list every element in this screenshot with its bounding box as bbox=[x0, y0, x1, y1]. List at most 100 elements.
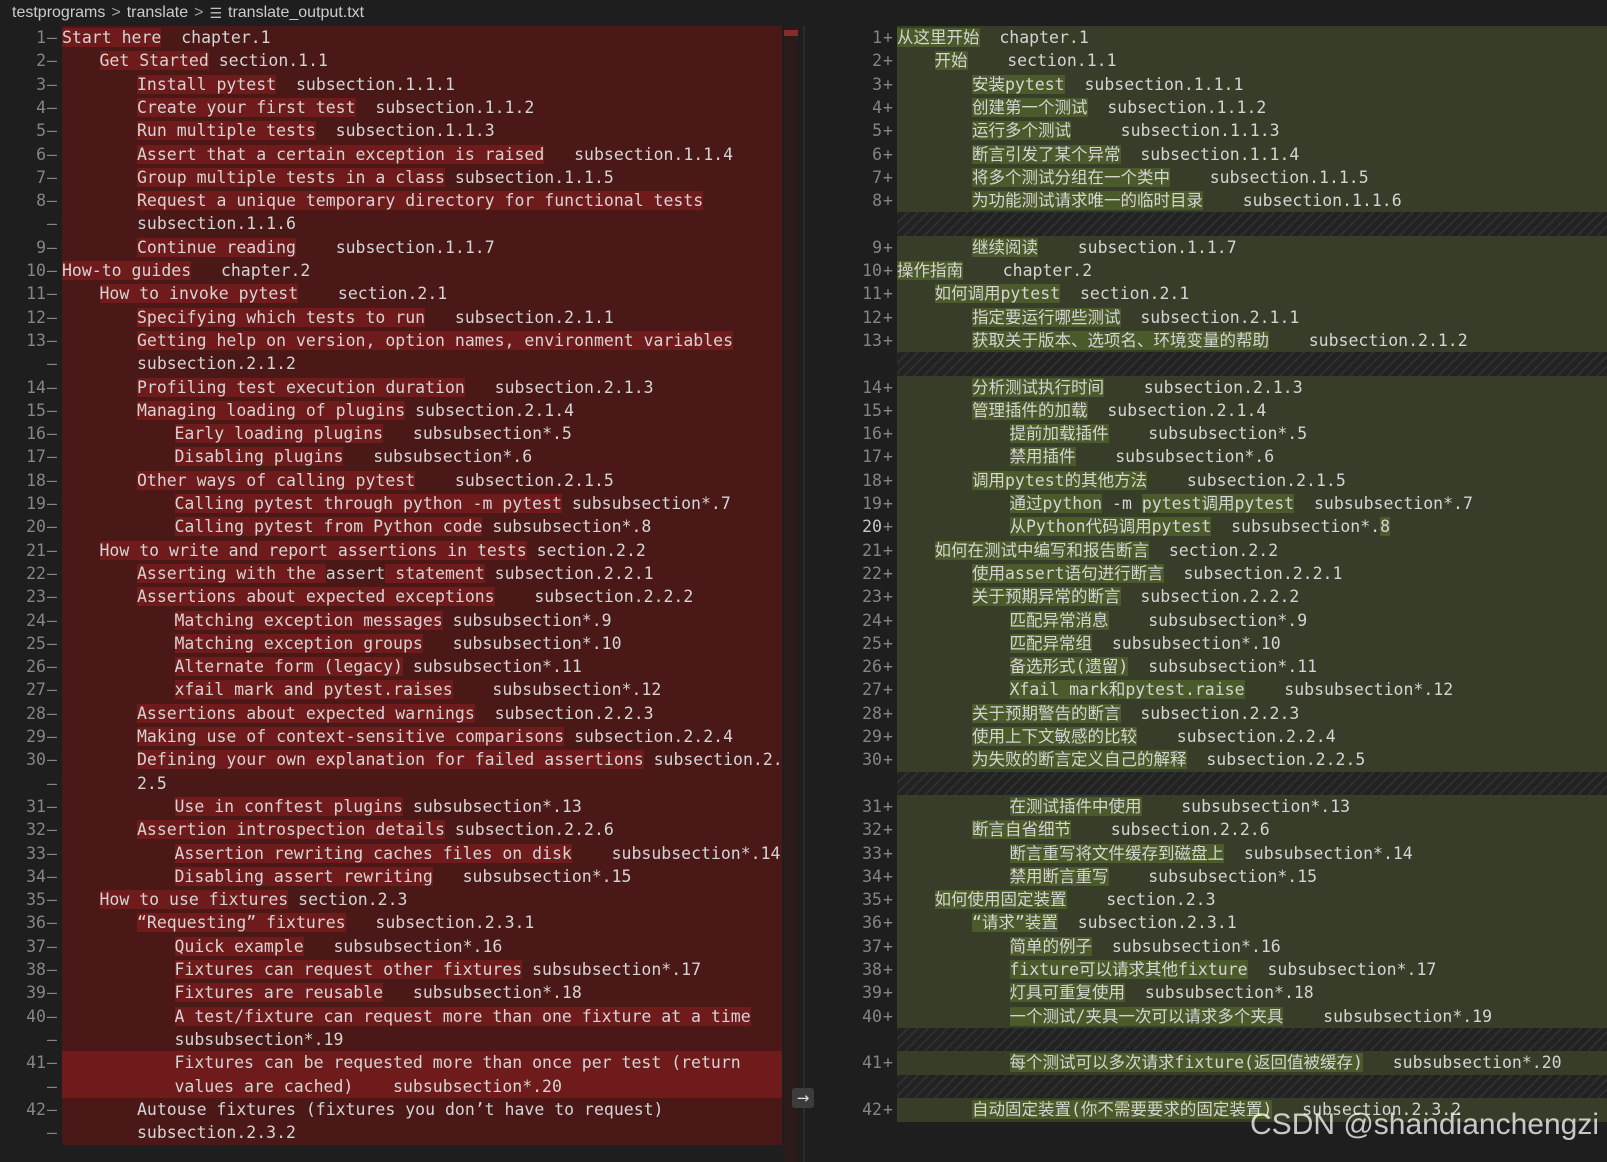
added-line[interactable]: 30 + 为失败的断言定义自己的解释 subsection.2.2.5 bbox=[838, 748, 1607, 773]
added-line[interactable]: 36 + “请求”装置 subsection.2.3.1 bbox=[838, 911, 1607, 936]
removed-line[interactable]: 39— Fixtures are reusable subsubsection*.… bbox=[0, 981, 800, 1006]
added-line[interactable]: 5 + 运行多个测试 subsection.1.1.3 bbox=[838, 119, 1607, 144]
added-line[interactable]: 16 + 提前加载插件 subsubsection*.5 bbox=[838, 422, 1607, 447]
added-line[interactable]: 39 + 灯具可重复使用 subsubsection*.18 bbox=[838, 981, 1607, 1006]
removed-line[interactable]: 12— Specifying which tests to run subsect… bbox=[0, 305, 800, 330]
removed-line[interactable]: 33— Assertion rewriting caches files on d… bbox=[0, 841, 800, 866]
removed-line[interactable]: 40— A test/fixture can request more than … bbox=[0, 1004, 800, 1029]
original-editor-pane[interactable]: 1 — Start here chapter.1 2 — Get Started sect… bbox=[0, 26, 800, 1162]
line-text: Asserting with the assert statement subs… bbox=[137, 562, 654, 586]
removed-line[interactable]: 35— How to use fixtures section.2.3 bbox=[0, 888, 800, 913]
added-line[interactable]: 37 + 简单的例子 subsubsection*.16 bbox=[838, 934, 1607, 959]
pane-divider[interactable] bbox=[803, 26, 805, 1162]
added-marker: + bbox=[883, 960, 893, 979]
added-line[interactable]: 6 + 断言引发了某个异常 subsection.1.1.4 bbox=[838, 142, 1607, 167]
added-line[interactable]: 33 + 断言重写将文件缓存到磁盘上 subsubsection*.14 bbox=[838, 841, 1607, 866]
added-line[interactable]: 10 + 操作指南 chapter.2 bbox=[838, 259, 1607, 283]
removed-line[interactable]: 27— xfail mark and pytest.raises subsubse… bbox=[0, 678, 800, 703]
added-line[interactable]: 7 + 将多个测试分组在一个类中 subsection.1.1.5 bbox=[838, 165, 1607, 190]
removed-line[interactable]: 32— Assertion introspection details subse… bbox=[0, 818, 800, 843]
removed-line[interactable]: 24— Matching exception messages subsubsec… bbox=[0, 608, 800, 633]
breadcrumb-folder-testprograms[interactable]: testprograms bbox=[12, 4, 105, 22]
removed-line[interactable]: 30— Defining your own explanation for fai… bbox=[0, 748, 800, 773]
removed-line[interactable]: 26— Alternate form (legacy) subsubsection… bbox=[0, 655, 800, 680]
added-line[interactable]: 17 + 禁用插件 subsubsection*.6 bbox=[838, 445, 1607, 470]
added-line[interactable]: 18 + 调用pytest的其他方法 subsection.2.1.5 bbox=[838, 468, 1607, 493]
removed-line[interactable]: — subsection.2.1.2 bbox=[0, 352, 800, 377]
removed-line[interactable]: 1— Start here chapter.1 bbox=[0, 26, 800, 50]
added-line[interactable]: 2 + 开始 section.1.1 bbox=[838, 49, 1607, 74]
removed-line[interactable]: 20— Calling pytest from Python code subsu… bbox=[0, 515, 800, 540]
removed-line[interactable]: 2— Get Started section.1.1 bbox=[0, 49, 800, 74]
removed-line[interactable]: 3— Install pytest subsection.1.1.1 bbox=[0, 72, 800, 97]
removed-line[interactable]: 22— Asserting with the assert statement s… bbox=[0, 561, 800, 586]
removed-line[interactable]: 17— Disabling plugins subsubsection*.6 bbox=[0, 445, 800, 470]
added-line[interactable]: 27 + Xfail mark和pytest.raise subsubsection… bbox=[838, 678, 1607, 703]
removed-line[interactable]: 16— Early loading plugins subsubsection*.… bbox=[0, 422, 800, 447]
removed-line[interactable]: 18— Other ways of calling pytest subsecti… bbox=[0, 468, 800, 493]
removed-line[interactable]: — values are cached) subsubsection*.20 bbox=[0, 1074, 800, 1099]
added-line[interactable]: 34 + 禁用断言重写 subsubsection*.15 bbox=[838, 864, 1607, 889]
removed-line[interactable]: — subsection.2.3.2 bbox=[0, 1121, 800, 1146]
removed-line[interactable]: 7— Group multiple tests in a class subsec… bbox=[0, 165, 800, 190]
added-line[interactable]: 22 + 使用assert语句进行断言 subsection.2.2.1 bbox=[838, 561, 1607, 586]
removed-line[interactable]: — subsubsection*.19 bbox=[0, 1027, 800, 1052]
left-scrollbar-thumb[interactable] bbox=[784, 30, 798, 36]
removed-line[interactable]: 9— Continue reading subsection.1.1.7 bbox=[0, 235, 800, 260]
added-line[interactable]: 19 + 通过python -m pytest调用pytest subsubsect… bbox=[838, 492, 1607, 516]
added-line[interactable]: 8 + 为功能测试请求唯一的临时目录 subsection.1.1.6 bbox=[838, 189, 1607, 214]
added-line[interactable]: 38 + fixture可以请求其他fixture subsubsection*.1… bbox=[838, 958, 1607, 982]
added-line[interactable]: 12 + 指定要运行哪些测试 subsection.2.1.1 bbox=[838, 305, 1607, 330]
removed-line[interactable]: 8— Request a unique temporary directory f… bbox=[0, 189, 800, 214]
added-line[interactable]: 29 + 使用上下文敏感的比较 subsection.2.2.4 bbox=[838, 725, 1607, 749]
added-line[interactable]: 15 + 管理插件的加载 subsection.2.1.4 bbox=[838, 398, 1607, 423]
added-line[interactable]: 13 + 获取关于版本、选项名、环境变量的帮助 subsection.2.1.2 bbox=[838, 328, 1607, 353]
added-line[interactable]: 25 + 匹配异常组 subsubsection*.10 bbox=[838, 631, 1607, 656]
removed-line[interactable]: 5— Run multiple tests subsection.1.1.3 bbox=[0, 119, 800, 144]
added-line[interactable]: 26 + 备选形式(遗留) subsubsection*.11 bbox=[838, 655, 1607, 680]
added-line[interactable]: 31 + 在测试插件中使用 subsubsection*.13 bbox=[838, 794, 1607, 819]
added-line[interactable]: 28 + 关于预期警告的断言 subsection.2.2.3 bbox=[838, 701, 1607, 726]
removed-line[interactable]: 14— Profiling test execution duration sub… bbox=[0, 375, 800, 400]
added-line[interactable]: 1 + 从这里开始 chapter.1 bbox=[838, 26, 1607, 50]
removed-line[interactable]: 36— “Requesting” fixtures subsection.2.3.… bbox=[0, 911, 800, 936]
arrow-right-icon[interactable]: → bbox=[792, 1088, 814, 1108]
removed-line[interactable]: 4— Create your first test subsection.1.1.… bbox=[0, 95, 800, 120]
removed-line[interactable]: 23— Assertions about expected exceptions … bbox=[0, 585, 800, 610]
added-line[interactable]: 11 + 如何调用pytest section.2.1 bbox=[838, 282, 1607, 307]
removed-line[interactable]: 34— Disabling assert rewriting subsubsect… bbox=[0, 864, 800, 889]
added-line[interactable]: 4 + 创建第一个测试 subsection.1.1.2 bbox=[838, 95, 1607, 120]
left-scrollbar[interactable] bbox=[784, 26, 798, 1162]
removed-line[interactable]: 29— Making use of context-sensitive compa… bbox=[0, 725, 800, 749]
added-line[interactable]: 24 + 匹配异常消息 subsubsection*.9 bbox=[838, 608, 1607, 633]
added-line[interactable]: 14 + 分析测试执行时间 subsection.2.1.3 bbox=[838, 375, 1607, 400]
added-line[interactable]: 40 + 一个测试/夹具一次可以请求多个夹具 subsubsection*.19 bbox=[838, 1004, 1607, 1029]
removed-line[interactable]: 37— Quick example subsubsection*.16 bbox=[0, 934, 800, 959]
added-line[interactable]: 41 + 每个测试可以多次请求fixture(返回值被缓存) subsubsecti… bbox=[838, 1051, 1607, 1076]
modified-editor-pane[interactable]: 1 + 从这里开始 chapter.1 2 + 开始 section.1.1 3 + 安装pyt… bbox=[838, 26, 1607, 1162]
added-line[interactable]: 21 + 如何在测试中编写和报告断言 section.2.2 bbox=[838, 538, 1607, 563]
removed-line[interactable]: 15— Managing loading of plugins subsectio… bbox=[0, 398, 800, 423]
added-line[interactable]: 35 + 如何使用固定装置 section.2.3 bbox=[838, 888, 1607, 913]
removed-line[interactable]: 19— Calling pytest through python -m pyte… bbox=[0, 492, 800, 516]
breadcrumb-folder-translate[interactable]: translate bbox=[127, 4, 188, 22]
removed-line[interactable]: 10— How-to guides chapter.2 bbox=[0, 259, 800, 283]
removed-line[interactable]: 42— Autouse fixtures (fixtures you don’t … bbox=[0, 1097, 800, 1122]
added-line[interactable]: 20 + 从Python代码调用pytest subsubsection*.8 bbox=[838, 515, 1607, 540]
breadcrumb-file[interactable]: translate_output.txt bbox=[228, 4, 364, 22]
added-line[interactable]: 23 + 关于预期异常的断言 subsection.2.2.2 bbox=[838, 585, 1607, 610]
removed-line[interactable]: 6— Assert that a certain exception is rai… bbox=[0, 142, 800, 167]
added-line[interactable]: 3 + 安装pytest subsection.1.1.1 bbox=[838, 72, 1607, 97]
removed-line[interactable]: 31— Use in conftest plugins subsubsection… bbox=[0, 794, 800, 819]
removed-line[interactable]: 21— How to write and report assertions in… bbox=[0, 538, 800, 563]
removed-line[interactable]: 28— Assertions about expected warnings su… bbox=[0, 701, 800, 726]
removed-line[interactable]: — subsection.1.1.6 bbox=[0, 212, 800, 237]
removed-line[interactable]: 38— Fixtures can request other fixtures s… bbox=[0, 958, 800, 982]
added-line[interactable]: 32 + 断言自省细节 subsection.2.2.6 bbox=[838, 818, 1607, 843]
removed-line[interactable]: 11— How to invoke pytest section.2.1 bbox=[0, 282, 800, 307]
removed-line[interactable]: 25— Matching exception groups subsubsecti… bbox=[0, 631, 800, 656]
removed-line[interactable]: 13— Getting help on version, option names… bbox=[0, 328, 800, 353]
removed-line[interactable]: 41— Fixtures can be requested more than o… bbox=[0, 1051, 800, 1076]
removed-line[interactable]: — 2.5 bbox=[0, 771, 800, 796]
added-line[interactable]: 9 + 继续阅读 subsection.1.1.7 bbox=[838, 235, 1607, 260]
